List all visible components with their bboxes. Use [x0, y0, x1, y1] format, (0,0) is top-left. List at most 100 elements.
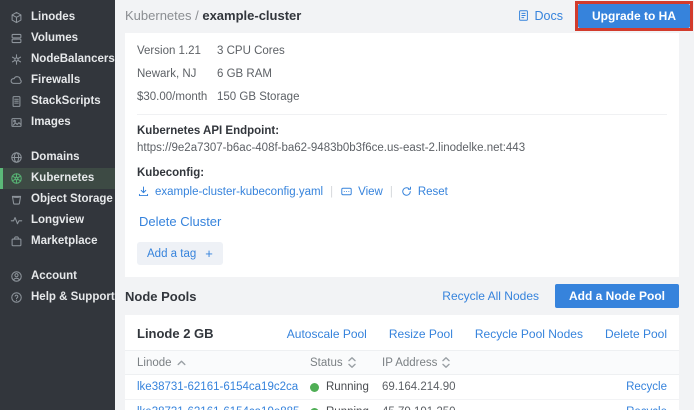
longview-icon	[10, 214, 23, 227]
sidebar-item-label: Linodes	[31, 10, 75, 25]
pool-header: Linode 2 GB Autoscale Pool Resize Pool R…	[125, 315, 679, 350]
status-label: Running	[326, 406, 369, 410]
delete-pool-link[interactable]: Delete Pool	[605, 327, 667, 341]
status-label: Running	[326, 381, 369, 393]
kubeconfig-view-label: View	[358, 186, 383, 198]
sidebar-item-label: Account	[31, 269, 77, 284]
breadcrumb-separator: /	[192, 8, 203, 23]
sidebar-item-stackscripts[interactable]: StackScripts	[0, 91, 115, 112]
sidebar-item-account[interactable]: Account	[0, 266, 115, 287]
kubeconfig-reset-label: Reset	[418, 186, 448, 198]
cluster-summary-grid: Version 1.21 3 CPU Cores Newark, NJ 6 GB…	[137, 45, 667, 103]
sidebar-item-images[interactable]: Images	[0, 112, 115, 133]
annotation-highlight-box: Upgrade to HA	[575, 1, 693, 31]
summary-region: Newark, NJ	[137, 68, 217, 80]
download-icon	[137, 185, 150, 198]
summary-storage: 150 GB Storage	[217, 91, 667, 103]
delete-cluster-link[interactable]: Delete Cluster	[139, 214, 221, 229]
kubernetes-icon	[10, 172, 23, 185]
sidebar-item-label: Longview	[31, 213, 84, 228]
table-row: lke38731-62161-6154ca19c2ca Running 69.1…	[125, 375, 679, 400]
api-endpoint-label: Kubernetes API Endpoint:	[137, 125, 667, 137]
column-label: IP Address	[382, 357, 437, 369]
ip-address: 69.164.214.90	[382, 381, 456, 393]
upgrade-to-ha-button[interactable]: Upgrade to HA	[578, 4, 690, 28]
summary-price: $30.00/month	[137, 91, 217, 103]
sidebar-item-label: Marketplace	[31, 234, 97, 249]
column-label: Linode	[137, 357, 172, 369]
ip-address: 45.79.191.250	[382, 406, 456, 410]
sidebar-item-volumes[interactable]: Volumes	[0, 28, 115, 49]
recycle-node-link[interactable]: Recycle	[626, 381, 667, 393]
summary-ram: 6 GB RAM	[217, 68, 667, 80]
docs-label: Docs	[535, 9, 563, 23]
sidebar-item-linodes[interactable]: Linodes	[0, 7, 115, 28]
kubeconfig-label: Kubeconfig:	[137, 167, 667, 179]
main-content: Kubernetes / example-cluster Docs Upgrad…	[115, 0, 694, 410]
breadcrumb-section[interactable]: Kubernetes	[125, 8, 192, 23]
node-pools-title: Node Pools	[125, 289, 197, 304]
node-link[interactable]: lke38731-62161-6154ca19e885	[137, 406, 299, 410]
autoscale-pool-link[interactable]: Autoscale Pool	[287, 327, 367, 341]
kubeconfig-view-link[interactable]: View	[340, 185, 383, 198]
separator: |	[330, 186, 333, 198]
sidebar-item-label: NodeBalancers	[31, 52, 115, 67]
sidebar-item-marketplace[interactable]: Marketplace	[0, 231, 115, 252]
recycle-node-link[interactable]: Recycle	[626, 406, 667, 410]
column-header-status[interactable]: Status	[310, 351, 382, 375]
resize-pool-link[interactable]: Resize Pool	[389, 327, 453, 341]
sidebar-item-firewalls[interactable]: Firewalls	[0, 70, 115, 91]
reset-icon	[400, 185, 413, 198]
separator: |	[390, 186, 393, 198]
column-label: Status	[310, 357, 343, 369]
nodebalancers-icon	[10, 53, 23, 66]
recycle-pool-nodes-link[interactable]: Recycle Pool Nodes	[475, 327, 583, 341]
pool-title: Linode 2 GB	[137, 326, 214, 341]
sidebar-item-label: Help & Support	[31, 290, 115, 305]
kubeconfig-reset-link[interactable]: Reset	[400, 185, 448, 198]
sidebar-item-domains[interactable]: Domains	[0, 147, 115, 168]
column-header-linode[interactable]: Linode	[125, 351, 310, 375]
domains-icon	[10, 151, 23, 164]
kubeconfig-file-name: example-cluster-kubeconfig.yaml	[155, 186, 323, 198]
sidebar-item-help-support[interactable]: Help & Support	[0, 287, 115, 308]
column-header-ip-address[interactable]: IP Address	[382, 351, 597, 375]
sidebar-item-kubernetes[interactable]: Kubernetes	[0, 168, 115, 189]
account-icon	[10, 270, 23, 283]
kubeconfig-actions: example-cluster-kubeconfig.yaml | View |…	[137, 185, 667, 198]
sort-both-icon	[348, 357, 356, 368]
nodes-table-header-row: Linode Status IP Addre	[125, 351, 679, 375]
sidebar-item-longview[interactable]: Longview	[0, 210, 115, 231]
docs-icon	[517, 9, 530, 22]
status-running-icon	[310, 383, 319, 392]
add-node-pool-button[interactable]: Add a Node Pool	[555, 284, 679, 308]
breadcrumb: Kubernetes / example-cluster	[125, 8, 301, 23]
breadcrumb-current: example-cluster	[202, 8, 301, 23]
sidebar-item-label: StackScripts	[31, 94, 101, 109]
summary-cpu: 3 CPU Cores	[217, 45, 667, 57]
images-icon	[10, 116, 23, 129]
kubeconfig-download-link[interactable]: example-cluster-kubeconfig.yaml	[137, 185, 323, 198]
firewalls-icon	[10, 74, 23, 87]
nodes-table: Linode Status IP Addre	[125, 350, 679, 410]
docs-link[interactable]: Docs	[517, 9, 563, 23]
object-storage-icon	[10, 193, 23, 206]
volumes-icon	[10, 32, 23, 45]
plus-icon: +	[205, 246, 213, 261]
marketplace-icon	[10, 235, 23, 248]
sidebar-nav: Linodes Volumes NodeBalancers Firewalls …	[0, 0, 115, 410]
linodes-icon	[10, 11, 23, 24]
sidebar-item-label: Object Storage	[31, 192, 113, 207]
node-pool-card: Linode 2 GB Autoscale Pool Resize Pool R…	[125, 315, 679, 410]
node-pools-header: Node Pools Recycle All Nodes Add a Node …	[115, 277, 694, 315]
sidebar-item-label: Images	[31, 115, 71, 130]
node-link[interactable]: lke38731-62161-6154ca19c2ca	[137, 381, 298, 393]
add-tag-button[interactable]: Add a tag +	[137, 242, 223, 265]
add-tag-label: Add a tag	[147, 248, 196, 260]
sort-asc-icon	[177, 360, 186, 366]
recycle-all-nodes-link[interactable]: Recycle All Nodes	[442, 289, 539, 303]
pool-action-links: Autoscale Pool Resize Pool Recycle Pool …	[287, 327, 667, 341]
sidebar-item-object-storage[interactable]: Object Storage	[0, 189, 115, 210]
help-icon	[10, 291, 23, 304]
sidebar-item-nodebalancers[interactable]: NodeBalancers	[0, 49, 115, 70]
